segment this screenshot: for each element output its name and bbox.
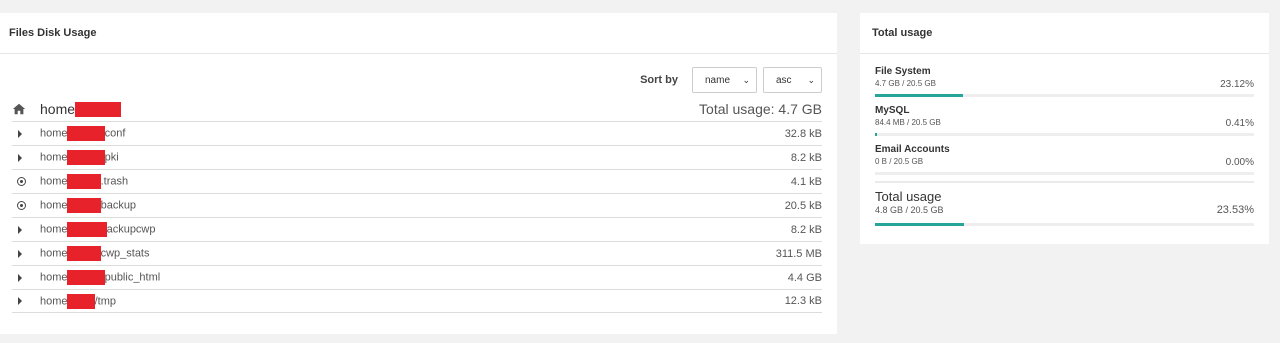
directory-path: home/pki <box>40 150 119 165</box>
usage-item-email-accounts: Email Accounts 0 B / 20.5 GB 0.00% <box>875 144 1254 183</box>
radio-dot-icon[interactable] <box>12 177 34 186</box>
panel-title: Files Disk Usage <box>0 13 837 54</box>
chevron-down-icon: ⌄ <box>742 74 750 85</box>
usage-bar <box>875 94 1254 97</box>
path-suffix: cwp_stats <box>100 247 150 260</box>
caret-right-icon[interactable] <box>12 249 34 258</box>
directory-size: 8.2 kB <box>790 223 822 236</box>
path-suffix: backup <box>100 199 137 212</box>
caret-right-icon[interactable] <box>12 129 34 138</box>
usage-name: Email Accounts <box>875 144 950 155</box>
directory-path: home/ackupcwp <box>40 222 156 237</box>
redaction-mark <box>66 270 105 285</box>
directory-size: 4.1 kB <box>790 175 822 188</box>
caret-right-icon[interactable] <box>12 153 34 162</box>
directory-list: home/conf 32.8 kB home/pki 8.2 kB home/.tras… <box>12 121 822 313</box>
usage-percent: 23.12% <box>1220 79 1254 90</box>
usage-bar-fill <box>875 223 965 226</box>
path-suffix: .trash <box>100 175 129 188</box>
directory-row[interactable]: home/conf 32.8 kB <box>12 121 822 145</box>
usage-name: File System <box>875 66 931 77</box>
directory-row[interactable]: home/public_html 4.4 GB <box>12 265 822 289</box>
usage-list: File System 4.7 GB / 20.5 GB 23.12% MySQ… <box>875 66 1254 229</box>
sort-order-value: asc <box>776 74 792 86</box>
directory-size: 4.4 GB <box>787 271 822 284</box>
directory-size: 32.8 kB <box>784 127 822 140</box>
directory-path: home/.trash <box>40 174 128 189</box>
usage-total: Total usage 4.8 GB / 20.5 GB 23.53% <box>875 189 1254 229</box>
home-icon <box>12 103 26 115</box>
sort-label: Sort by <box>640 74 678 86</box>
usage-bar-fill <box>875 133 877 136</box>
usage-bar <box>875 133 1254 136</box>
usage-bar-fill <box>875 94 963 97</box>
path-suffix: /tmp <box>94 294 116 307</box>
directory-size: 12.3 kB <box>784 295 822 307</box>
usage-percent: 0.00% <box>1225 157 1254 168</box>
directory-size: 20.5 kB <box>784 199 822 212</box>
usage-total-label: Total usage <box>875 189 942 204</box>
usage-item-file-system: File System 4.7 GB / 20.5 GB 23.12% <box>875 66 1254 105</box>
home-label: home <box>40 101 76 117</box>
caret-right-icon[interactable] <box>12 273 34 282</box>
directory-path: home/conf <box>40 126 125 141</box>
chevron-down-icon: ⌄ <box>807 74 815 85</box>
usage-detail: 0 B / 20.5 GB <box>875 157 924 166</box>
redaction-mark <box>66 246 101 261</box>
directory-row[interactable]: home/ackupcwp 8.2 kB <box>12 217 822 241</box>
sort-field-select[interactable]: name ⌄ <box>692 67 757 93</box>
usage-bar <box>875 172 1254 175</box>
usage-item-mysql: MySQL 84.4 MB / 20.5 GB 0.41% <box>875 105 1254 144</box>
files-disk-usage-panel: Files Disk Usage Sort by name ⌄ asc ⌄ ho… <box>0 13 837 334</box>
path-suffix: public_html <box>104 271 161 284</box>
path-suffix: ackupcwp <box>106 223 156 236</box>
directory-row[interactable]: home/pki 8.2 kB <box>12 145 822 169</box>
directory-row[interactable]: home/backup 20.5 kB <box>12 193 822 217</box>
redaction-mark <box>66 222 107 237</box>
sort-order-select[interactable]: asc ⌄ <box>763 67 822 93</box>
redaction-mark <box>66 198 101 213</box>
directory-size: 311.5 MB <box>775 247 822 260</box>
sort-controls: Sort by name ⌄ asc ⌄ <box>640 67 822 93</box>
path-suffix: pki <box>104 151 119 164</box>
usage-name: MySQL <box>875 105 910 116</box>
usage-percent: 0.41% <box>1225 118 1254 129</box>
path-suffix: conf <box>104 127 126 140</box>
directory-row[interactable]: home/.trash 4.1 kB <box>12 169 822 193</box>
panel-title: Total usage <box>860 13 1269 54</box>
directory-size: 8.2 kB <box>790 151 822 164</box>
usage-total-bar <box>875 223 1254 226</box>
directory-path: home//tmp <box>40 293 116 309</box>
directory-path: home/public_html <box>40 270 160 285</box>
redaction-mark <box>66 293 95 309</box>
sort-field-value: name <box>705 74 731 86</box>
usage-total-percent: 23.53% <box>1216 204 1254 216</box>
home-total-usage: Total usage: 4.7 GB <box>699 101 822 117</box>
usage-total-detail: 4.8 GB / 20.5 GB <box>875 205 944 215</box>
redaction-mark <box>66 150 105 165</box>
directory-row[interactable]: home/cwp_stats 311.5 MB <box>12 241 822 265</box>
radio-dot-icon[interactable] <box>12 201 34 210</box>
redaction-mark <box>66 126 105 141</box>
caret-right-icon[interactable] <box>12 225 34 234</box>
directory-path: home/cwp_stats <box>40 246 150 261</box>
directory-path: home/backup <box>40 198 136 213</box>
caret-right-icon[interactable] <box>12 297 34 305</box>
home-directory-row: home Total usage: 4.7 GB <box>12 97 822 121</box>
usage-detail: 4.7 GB / 20.5 GB <box>875 79 936 88</box>
usage-detail: 84.4 MB / 20.5 GB <box>875 118 941 127</box>
directory-row[interactable]: home//tmp 12.3 kB <box>12 289 822 313</box>
total-usage-panel: Total usage File System 4.7 GB / 20.5 GB… <box>860 13 1269 244</box>
redaction-mark <box>66 174 101 189</box>
redaction-mark <box>75 101 122 117</box>
